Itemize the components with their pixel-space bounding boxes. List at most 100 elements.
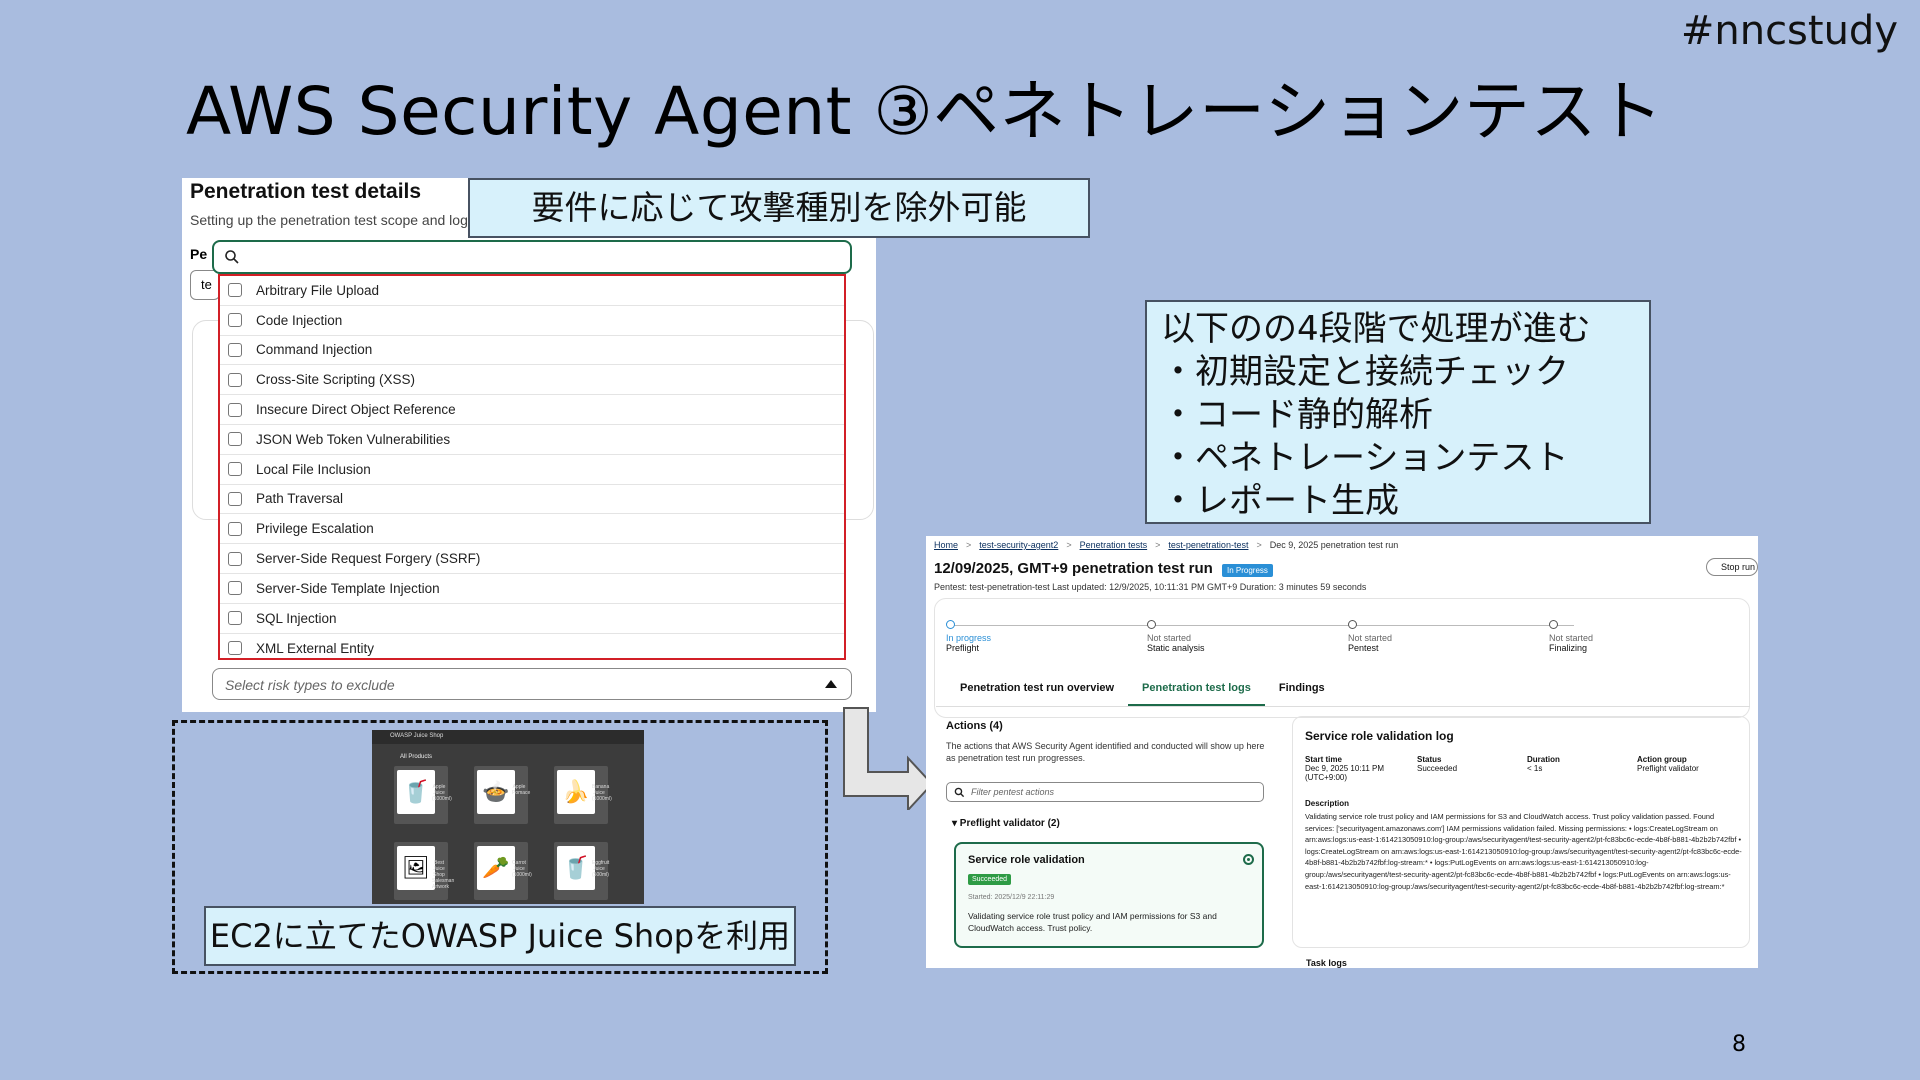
breadcrumb-link[interactable]: test-security-agent2 bbox=[979, 540, 1058, 550]
log-key: Action group bbox=[1637, 755, 1687, 764]
stage-status: Not started bbox=[1348, 633, 1393, 643]
checkbox[interactable] bbox=[228, 491, 242, 506]
risk-type-options-list: Arbitrary File Upload Code Injection Com… bbox=[218, 274, 846, 660]
filter-placeholder: Filter pentest actions bbox=[971, 787, 1055, 797]
tab-overview[interactable]: Penetration test run overview bbox=[946, 674, 1128, 704]
product-name: Best Juice Shop Salesman Artwork bbox=[432, 860, 455, 890]
checkbox[interactable] bbox=[228, 283, 242, 298]
breadcrumb-link[interactable]: Home bbox=[934, 540, 958, 550]
hashtag: #nncstudy bbox=[1680, 8, 1898, 54]
option-label: Path Traversal bbox=[256, 491, 344, 507]
artwork-icon: 🖼 bbox=[397, 846, 435, 890]
task-logs-heading: Task logs bbox=[1306, 958, 1347, 968]
service-card-title: Service role validation bbox=[968, 854, 1085, 866]
callout-juice-shop: EC2に立てたOWASP Juice Shopを利用 bbox=[204, 906, 796, 966]
product-card[interactable]: 🖼 Best Juice Shop Salesman Artwork bbox=[394, 842, 455, 900]
stage-name: Finalizing bbox=[1549, 643, 1588, 653]
option-label: SQL Injection bbox=[256, 610, 337, 626]
option-label: Server-Side Template Injection bbox=[256, 580, 440, 596]
risk-option[interactable]: Insecure Direct Object Reference bbox=[220, 395, 844, 425]
stage-status: In progress bbox=[946, 633, 992, 643]
option-label: XML External Entity bbox=[256, 640, 375, 656]
risk-option[interactable]: Arbitrary File Upload bbox=[220, 276, 844, 306]
pentest-run-panel: Home > test-security-agent2 > Penetration te… bbox=[926, 536, 1758, 968]
risk-option[interactable]: JSON Web Token Vulnerabilities bbox=[220, 425, 844, 455]
juice-shop-screenshot: OWASP Juice Shop All Products 🥤 Apple Jui… bbox=[372, 730, 644, 904]
stage-finalizing: Not started Finalizing bbox=[1549, 620, 1739, 653]
juice-glass-icon: 🥤 bbox=[397, 770, 435, 814]
stop-run-button[interactable]: Stop run bbox=[1706, 558, 1758, 576]
banana-juice-icon: 🍌 bbox=[557, 770, 595, 814]
radio-selected-icon[interactable] bbox=[1243, 854, 1254, 865]
risk-option[interactable]: Local File Inclusion bbox=[220, 455, 844, 485]
checkbox[interactable] bbox=[228, 581, 242, 596]
product-card[interactable]: 🥕 Carrot Juice (1000ml) bbox=[474, 842, 532, 900]
callout-stages: 以下のの4段階で処理が進む ・初期設定と接続チェック ・コード静的解析 ・ペネト… bbox=[1145, 300, 1651, 524]
stage-name: Preflight bbox=[946, 643, 980, 653]
risk-option[interactable]: Code Injection bbox=[220, 306, 844, 336]
pomace-icon: 🍲 bbox=[477, 770, 515, 814]
tabs-divider bbox=[936, 706, 1750, 707]
field-input[interactable]: te bbox=[190, 270, 220, 300]
checkbox[interactable] bbox=[228, 432, 242, 447]
risk-option[interactable]: Server-Side Template Injection bbox=[220, 574, 844, 604]
flow-arrow-icon bbox=[843, 707, 934, 810]
risk-option[interactable]: Path Traversal bbox=[220, 485, 844, 515]
product-name: Apple Pomace bbox=[512, 784, 531, 796]
eggfruit-juice-icon: 🥤 bbox=[557, 846, 595, 890]
status-badge: In Progress bbox=[1222, 564, 1273, 577]
filter-actions-input[interactable]: Filter pentest actions bbox=[946, 782, 1264, 802]
product-card[interactable]: 🥤 Eggfruit Juice (500ml) bbox=[554, 842, 609, 900]
product-name: Banana Juice (1000ml) bbox=[592, 784, 612, 802]
checkbox[interactable] bbox=[228, 462, 242, 477]
service-role-card[interactable]: Service role validation Succeeded Starte… bbox=[954, 842, 1264, 948]
breadcrumb-current: Dec 9, 2025 penetration test run bbox=[1269, 540, 1399, 550]
callout-stages-heading: 以下のの4段階で処理が進む bbox=[1161, 309, 1591, 349]
product-card[interactable]: 🍲 Apple Pomace bbox=[474, 766, 531, 824]
option-label: Local File Inclusion bbox=[256, 461, 371, 477]
log-title: Service role validation log bbox=[1305, 729, 1454, 743]
actions-heading: Actions (4) bbox=[946, 720, 1003, 732]
breadcrumb-link[interactable]: test-penetration-test bbox=[1168, 540, 1248, 550]
risk-search-input[interactable] bbox=[212, 240, 852, 274]
risk-type-select[interactable]: Select risk types to exclude bbox=[212, 668, 852, 700]
risk-option[interactable]: Server-Side Request Forgery (SSRF) bbox=[220, 544, 844, 574]
log-value: Dec 9, 2025 10:11 PM (UTC+9:00) bbox=[1305, 764, 1385, 782]
log-desc-heading: Description bbox=[1305, 799, 1350, 808]
tab-findings[interactable]: Findings bbox=[1265, 674, 1339, 704]
stage-preflight: In progress Preflight bbox=[946, 620, 1136, 653]
checkbox[interactable] bbox=[228, 372, 242, 387]
risk-option[interactable]: Command Injection bbox=[220, 336, 844, 366]
breadcrumb-link[interactable]: Penetration tests bbox=[1080, 540, 1148, 550]
option-label: Server-Side Request Forgery (SSRF) bbox=[256, 551, 481, 567]
checkbox[interactable] bbox=[228, 521, 242, 536]
option-label: Command Injection bbox=[256, 342, 373, 358]
juice-shop-toolbar: OWASP Juice Shop bbox=[372, 730, 644, 744]
product-name: Apple Juice (1000ml) bbox=[432, 784, 452, 802]
checkbox[interactable] bbox=[228, 313, 242, 328]
risk-option[interactable]: Privilege Escalation bbox=[220, 514, 844, 545]
clock-icon bbox=[1348, 620, 1357, 629]
checkbox[interactable] bbox=[228, 641, 242, 656]
product-card[interactable]: 🍌 Banana Juice (1000ml) bbox=[554, 766, 612, 824]
risk-option[interactable]: SQL Injection bbox=[220, 604, 844, 634]
clock-icon bbox=[1549, 620, 1558, 629]
risk-option[interactable]: XML External Entity bbox=[220, 634, 844, 664]
tab-logs[interactable]: Penetration test logs bbox=[1128, 674, 1265, 707]
checkbox[interactable] bbox=[228, 611, 242, 626]
pentest-details-panel: Penetration test details Setting up the … bbox=[182, 178, 876, 712]
product-card[interactable]: 🥤 Apple Juice (1000ml) bbox=[394, 766, 452, 824]
run-title: 12/09/2025, GMT+9 penetration test run bbox=[934, 560, 1213, 577]
preflight-validator-group[interactable]: ▾ Preflight validator (2) bbox=[952, 818, 1060, 829]
risk-option[interactable]: Cross-Site Scripting (XSS) bbox=[220, 365, 844, 396]
option-label: Arbitrary File Upload bbox=[256, 282, 380, 298]
checkbox[interactable] bbox=[228, 342, 242, 357]
log-col-duration: Duration < 1s bbox=[1527, 755, 1637, 773]
service-card-desc: Validating service role trust policy and… bbox=[968, 911, 1217, 933]
checkbox[interactable] bbox=[228, 551, 242, 566]
started-time: Started: 2025/12/9 22:11:29 bbox=[968, 894, 1055, 901]
stage-static-analysis: Not started Static analysis bbox=[1147, 620, 1337, 653]
option-label: JSON Web Token Vulnerabilities bbox=[256, 431, 451, 447]
search-icon bbox=[225, 250, 239, 264]
checkbox[interactable] bbox=[228, 402, 242, 417]
